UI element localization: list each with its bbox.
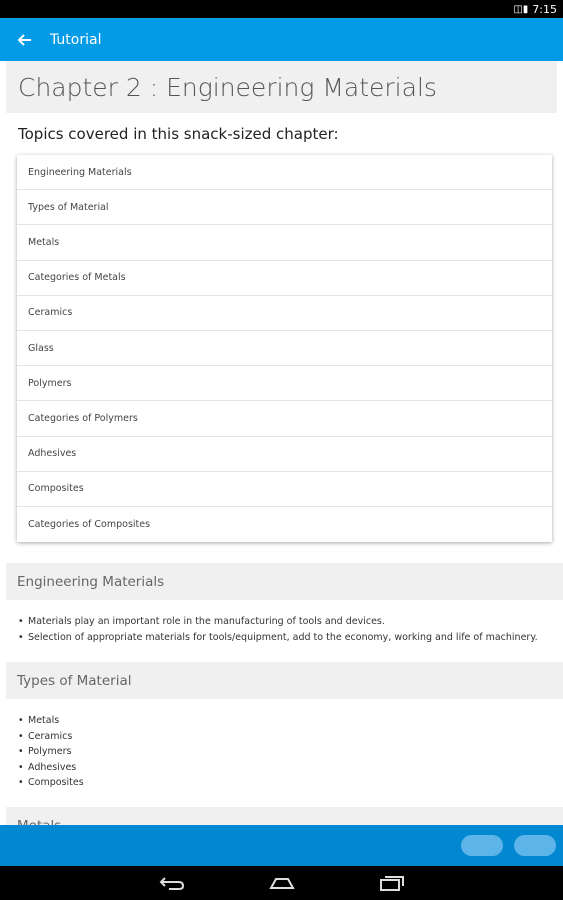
bullet-item: Adhesives <box>18 760 558 776</box>
content-scroll[interactable]: Chapter 2 : Engineering Materials Topics… <box>0 61 563 825</box>
status-bar: ◫▮ 7:15 <box>0 0 563 18</box>
topic-item[interactable]: Engineering Materials <box>17 155 552 191</box>
bullet-item: Selection of appropriate materials for t… <box>18 630 558 646</box>
topic-item[interactable]: Categories of Polymers <box>17 401 552 437</box>
topics-list: Engineering Materials Types of Material … <box>17 155 552 543</box>
bullet-item: Polymers <box>18 744 558 760</box>
system-nav-bar <box>0 866 563 900</box>
chapter-title: Chapter 2 : Engineering Materials <box>6 61 557 113</box>
topic-item[interactable]: Types of Material <box>17 190 552 226</box>
topic-item[interactable]: Polymers <box>17 366 552 402</box>
bullet-list: Metals Ceramics Polymers Adhesives Compo… <box>18 713 558 791</box>
section-header: Engineering Materials <box>6 563 563 600</box>
app-bar: Tutorial <box>0 18 563 61</box>
status-time: 7:15 <box>532 2 557 16</box>
bullet-item: Metals <box>18 713 558 729</box>
nav-home-button[interactable] <box>262 870 302 896</box>
signal-icon: ◫▮ <box>513 3 529 15</box>
topic-item[interactable]: Adhesives <box>17 437 552 472</box>
bullet-item: Materials play an important role in the … <box>18 614 558 630</box>
topic-item[interactable]: Composites <box>17 472 552 507</box>
nav-recents-button[interactable] <box>372 870 412 896</box>
recents-icon <box>379 876 404 891</box>
bottom-action-button[interactable] <box>514 835 556 856</box>
topic-item[interactable]: Ceramics <box>17 296 552 331</box>
home-icon <box>268 878 295 889</box>
arrow-left-icon <box>18 33 31 46</box>
bullet-item: Composites <box>18 775 558 791</box>
topic-item[interactable]: Glass <box>17 331 552 367</box>
section-header: Metals <box>6 807 563 825</box>
bottom-action-button[interactable] <box>461 835 503 856</box>
nav-back-button[interactable] <box>152 870 192 896</box>
bullet-list: Materials play an important role in the … <box>18 614 558 645</box>
topic-item[interactable]: Categories of Metals <box>17 261 552 296</box>
section-header: Types of Material <box>6 662 563 699</box>
back-button[interactable] <box>0 18 50 61</box>
topics-label: Topics covered in this snack-sized chapt… <box>18 125 339 143</box>
app-title: Tutorial <box>50 31 102 48</box>
bullet-item: Ceramics <box>18 729 558 745</box>
back-icon <box>159 877 184 890</box>
topic-item[interactable]: Metals <box>17 225 552 261</box>
topic-item[interactable]: Categories of Composites <box>17 507 552 542</box>
bottom-bar <box>0 825 563 866</box>
